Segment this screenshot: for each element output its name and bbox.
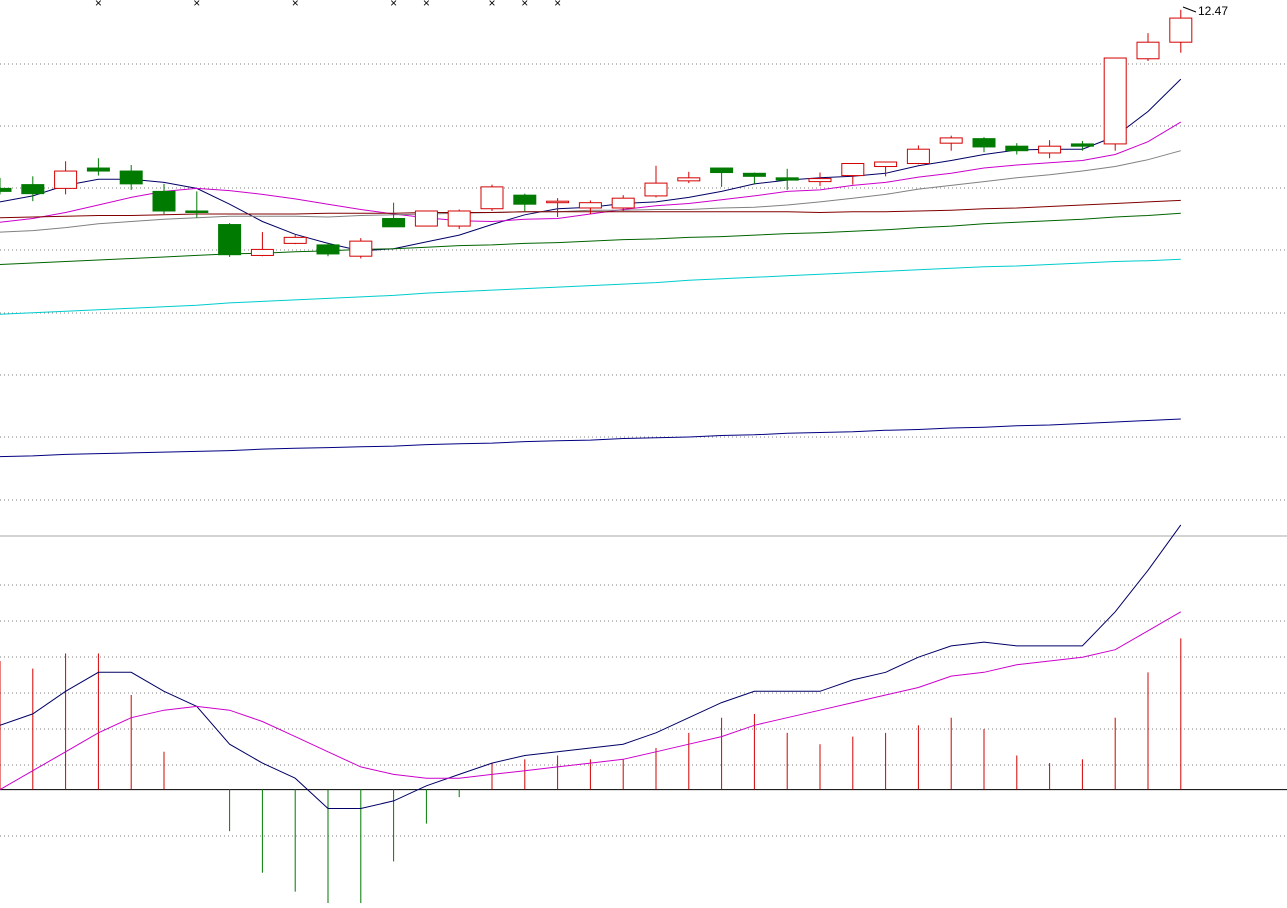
- stock-chart: × × × × × × × × 12.47: [0, 0, 1287, 903]
- high-price-label: 12.47: [1198, 4, 1228, 18]
- candle: [939, 135, 963, 151]
- candle: [316, 242, 340, 257]
- candle: [1169, 9, 1193, 53]
- candle-body: [283, 236, 307, 244]
- candle-body: [1005, 145, 1029, 152]
- grid-layer: [0, 63, 1287, 837]
- candle-body: [775, 177, 799, 181]
- candle-body: [808, 178, 832, 183]
- candle: [480, 184, 504, 211]
- candle: [906, 145, 930, 165]
- candle-body: [480, 186, 504, 210]
- candle-body: [414, 210, 438, 227]
- candle: [349, 238, 373, 259]
- candle-body: [54, 170, 78, 189]
- candle: [841, 163, 865, 185]
- candle-body: [578, 202, 602, 209]
- candle-body: [1169, 17, 1193, 43]
- signal-mark-layer: × × × × × × × ×: [95, 0, 561, 10]
- candle-body: [1038, 145, 1062, 154]
- candle-layer: [0, 9, 1193, 259]
- candle-body: [119, 170, 143, 185]
- candle-body: [546, 200, 570, 204]
- signal-mark: ×: [554, 0, 561, 10]
- candle-body: [349, 240, 373, 257]
- signal-mark: ×: [193, 0, 200, 10]
- candle-body: [1103, 57, 1127, 145]
- candle-body: [677, 177, 701, 182]
- candle-body: [1070, 143, 1094, 147]
- candlestick-chart-svg: × × × × × × × × 12.47: [0, 0, 1287, 903]
- candle: [86, 158, 110, 176]
- signal-mark: ×: [95, 0, 102, 10]
- ma-line-6: [0, 258, 1181, 315]
- candle-body: [841, 163, 865, 177]
- candle: [414, 210, 438, 227]
- candle: [710, 167, 734, 187]
- candle: [775, 168, 799, 190]
- candle-body: [874, 161, 898, 168]
- candle: [250, 232, 274, 257]
- candle-body: [939, 137, 963, 144]
- candle-body: [382, 218, 406, 228]
- macd-histogram-layer: [0, 638, 1182, 903]
- candle-body: [185, 210, 209, 213]
- candle-body: [611, 197, 635, 209]
- ma-line-3: [0, 150, 1181, 233]
- candle-body: [218, 224, 242, 256]
- candle: [677, 171, 701, 184]
- candle: [119, 165, 143, 190]
- ma-line-1: [0, 78, 1182, 252]
- candle: [1136, 33, 1160, 62]
- signal-mark: ×: [521, 0, 528, 10]
- candle-body: [906, 148, 930, 165]
- candle-body: [21, 184, 45, 195]
- ma-line-7: [0, 418, 1181, 458]
- price-label-leader: [1182, 6, 1197, 13]
- candle: [1005, 143, 1029, 155]
- ma-line-5: [0, 212, 1181, 265]
- candle: [742, 172, 766, 184]
- macd-dea-line: [0, 611, 1182, 791]
- candle: [218, 223, 242, 257]
- candle: [644, 165, 668, 198]
- candle-body: [1136, 41, 1160, 60]
- candle: [513, 193, 537, 211]
- candle-body: [710, 167, 734, 174]
- candle-body: [447, 210, 471, 227]
- candle: [54, 161, 78, 195]
- candle: [1038, 140, 1062, 159]
- candle: [972, 137, 996, 153]
- candle-body: [644, 182, 668, 197]
- candle-body: [316, 244, 340, 255]
- moving-average-layer: [0, 78, 1182, 458]
- candle: [447, 209, 471, 230]
- signal-mark: ×: [390, 0, 397, 10]
- candle-body: [0, 187, 12, 192]
- signal-mark: ×: [423, 0, 430, 10]
- candle: [546, 198, 570, 218]
- signal-mark: ×: [488, 0, 495, 10]
- candle-body: [86, 167, 110, 172]
- label-layer: 12.47: [1182, 4, 1228, 18]
- candle-body: [972, 138, 996, 148]
- candle-body: [513, 194, 537, 205]
- candle: [808, 172, 832, 187]
- candle: [1103, 57, 1127, 151]
- candle: [0, 177, 12, 195]
- candle-body: [250, 248, 274, 256]
- candle-body: [742, 172, 766, 177]
- candle-body: [152, 190, 176, 212]
- signal-mark: ×: [292, 0, 299, 10]
